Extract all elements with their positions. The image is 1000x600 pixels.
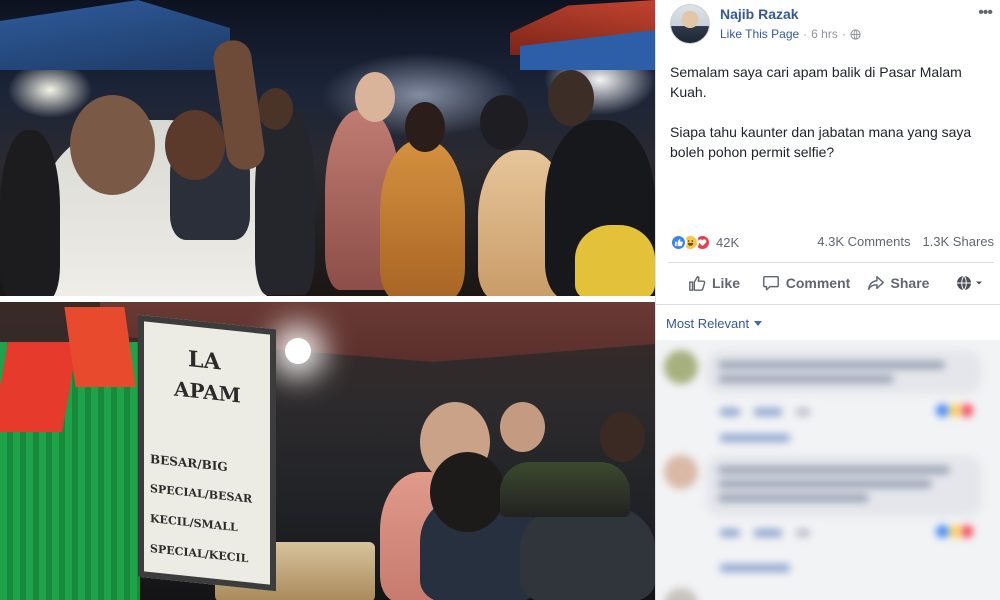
- post-text-paragraph: Siapa tahu kaunter dan jabatan mana yang…: [670, 124, 972, 160]
- post-meta: Like This Page · 6 hrs ·: [720, 27, 861, 41]
- comment-reactions: [934, 523, 975, 540]
- person-orange-dress: [380, 140, 465, 296]
- comment-sort-label: Most Relevant: [666, 316, 750, 331]
- red-plastic-bags: [64, 307, 136, 387]
- comment-item: [664, 588, 992, 600]
- chevron-down-icon: [975, 281, 982, 285]
- commenter-avatar: [664, 455, 698, 489]
- market-tent: [0, 0, 230, 70]
- more-options-button[interactable]: •••: [978, 4, 993, 22]
- post-author[interactable]: Najib Razak: [720, 6, 799, 22]
- engagement-counts: 4.3K Comments 1.3K Shares: [817, 234, 994, 249]
- person-head: [500, 402, 545, 452]
- comments-count-link[interactable]: 4.3K Comments: [817, 234, 910, 249]
- meta-separator: ·: [841, 27, 846, 41]
- post-body: Semalam saya cari apam balik di Pasar Ma…: [670, 62, 990, 182]
- avatar[interactable]: [670, 4, 710, 44]
- like-page-link[interactable]: Like This Page: [720, 27, 799, 41]
- sign-text: SPECIAL/KECIL: [150, 542, 249, 566]
- thumbs-up-icon: [689, 275, 706, 291]
- person-yellow-jacket: [575, 225, 655, 296]
- post-action-bar: Like Comment Share: [668, 263, 994, 303]
- comment-bubble: [706, 350, 982, 394]
- person-head: [70, 95, 155, 195]
- divider: [656, 304, 1000, 305]
- reaction-summary[interactable]: 42K: [670, 232, 739, 252]
- person-head: [548, 70, 594, 126]
- comment-item: [664, 350, 992, 440]
- person-head: [355, 72, 395, 122]
- chevron-down-icon: [754, 320, 763, 326]
- meta-separator: ·: [803, 27, 808, 41]
- view-replies-link[interactable]: [664, 560, 992, 580]
- apam-balik-sign: LA APAM BESAR/BIG SPECIAL/BESAR KECIL/SM…: [138, 314, 276, 592]
- commenter-avatar: [664, 588, 698, 600]
- facebook-post: Najib Razak Like This Page · 6 hrs · •••…: [655, 0, 1000, 600]
- sign-text: BESAR/BIG: [150, 452, 228, 475]
- lamp: [285, 338, 311, 364]
- like-reaction-icon: [670, 233, 687, 251]
- comment-item: [664, 455, 992, 555]
- sign-text: APAM: [174, 376, 241, 408]
- comments-section: [656, 340, 1000, 600]
- view-replies-link[interactable]: [664, 430, 992, 450]
- share-arrow-icon: [867, 275, 884, 291]
- post-text-paragraph: Semalam saya cari apam balik di Pasar Ma…: [670, 64, 962, 100]
- comment-actions: [720, 529, 810, 537]
- person-head: [480, 95, 528, 150]
- sign-text: LA: [188, 346, 221, 376]
- comment-bubble: [706, 455, 982, 517]
- post-time[interactable]: 6 hrs: [811, 27, 838, 41]
- person-head: [430, 452, 505, 532]
- comment-reactions: [934, 402, 975, 419]
- sign-text: SPECIAL/BESAR: [150, 482, 253, 506]
- globe-dropdown-icon: [956, 275, 971, 291]
- commenter-avatar: [664, 350, 698, 384]
- crowd-photo-top[interactable]: [0, 0, 655, 296]
- person-head: [258, 88, 293, 130]
- share-button[interactable]: Share: [852, 263, 944, 303]
- comment-label: Comment: [785, 275, 851, 291]
- comment-sort-dropdown[interactable]: Most Relevant: [666, 316, 763, 331]
- person-head: [405, 102, 445, 152]
- like-label: Like: [711, 275, 740, 291]
- comment-button[interactable]: Comment: [760, 263, 852, 303]
- speech-bubble-icon: [762, 275, 779, 291]
- person-cap: [500, 462, 630, 517]
- person-dark: [0, 130, 60, 296]
- like-button[interactable]: Like: [668, 263, 760, 303]
- sign-text: KECIL/SMALL: [150, 512, 238, 535]
- comment-actions: [720, 408, 810, 416]
- stall-photo-bottom[interactable]: [0, 302, 655, 600]
- share-label: Share: [890, 275, 930, 291]
- person-head: [600, 412, 645, 462]
- person-head: [165, 110, 225, 180]
- person-dark: [255, 105, 315, 295]
- photo-collage[interactable]: LA APAM BESAR/BIG SPECIAL/BESAR KECIL/SM…: [0, 0, 655, 600]
- shares-count-link[interactable]: 1.3K Shares: [922, 234, 994, 249]
- globe-icon: [850, 28, 861, 40]
- reaction-count: 42K: [716, 234, 740, 250]
- audience-selector[interactable]: [944, 263, 994, 303]
